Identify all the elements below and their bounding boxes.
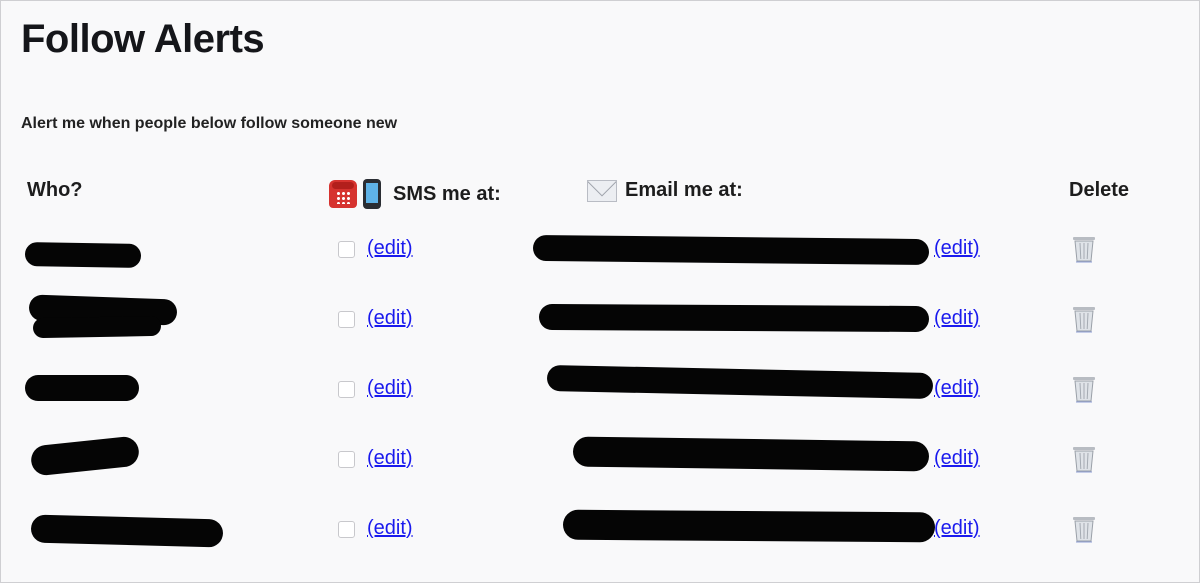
trash-icon[interactable]: [1070, 233, 1098, 263]
email-edit-link[interactable]: (edit): [934, 377, 980, 400]
redacted-email: [538, 303, 930, 333]
redacted-who: [24, 241, 142, 269]
redacted-who: [30, 514, 224, 548]
redacted-email: [532, 234, 930, 266]
table-row: (edit) (edit): [1, 435, 1199, 487]
envelope-icon: [587, 179, 617, 202]
column-header-who-label: Who?: [27, 179, 83, 201]
email-edit-link[interactable]: (edit): [934, 517, 980, 540]
page-frame: Follow Alerts Alert me when people below…: [0, 0, 1200, 583]
sms-checkbox[interactable]: [338, 381, 355, 398]
column-header-sms-label: SMS me at:: [393, 182, 501, 205]
email-edit-link[interactable]: (edit): [934, 447, 980, 470]
sms-edit-link[interactable]: (edit): [367, 517, 413, 540]
page-title: Follow Alerts: [21, 17, 265, 61]
column-header-sms: SMS me at:: [329, 179, 501, 209]
redacted-email: [562, 509, 936, 543]
email-edit-link[interactable]: (edit): [934, 237, 980, 260]
mobile-phone-icon: [363, 179, 381, 209]
column-header-who: Who?: [27, 179, 83, 202]
sms-checkbox[interactable]: [338, 241, 355, 258]
column-header-email-label: Email me at:: [625, 179, 743, 201]
column-header-delete-label: Delete: [1069, 179, 1130, 201]
telephone-icon: [329, 180, 357, 208]
sms-edit-link[interactable]: (edit): [367, 307, 413, 330]
redacted-who-stroke: [32, 315, 162, 339]
sms-edit-link[interactable]: (edit): [367, 377, 413, 400]
trash-icon[interactable]: [1070, 373, 1098, 403]
sms-edit-link[interactable]: (edit): [367, 447, 413, 470]
trash-icon[interactable]: [1070, 513, 1098, 543]
email-edit-link[interactable]: (edit): [934, 307, 980, 330]
trash-icon[interactable]: [1070, 303, 1098, 333]
sms-checkbox[interactable]: [338, 521, 355, 538]
table-row: (edit) (edit): [1, 509, 1199, 557]
page-subtitle: Alert me when people below follow someon…: [21, 115, 398, 132]
redacted-email: [572, 436, 930, 472]
table-row: (edit) (edit): [1, 364, 1199, 417]
redacted-who: [29, 435, 141, 477]
column-header-delete: Delete: [1069, 179, 1129, 202]
table-row: (edit) (edit): [1, 234, 1199, 277]
sms-checkbox[interactable]: [338, 311, 355, 328]
table-row: (edit) (edit): [1, 294, 1199, 347]
redacted-email: [546, 364, 934, 400]
sms-edit-link[interactable]: (edit): [367, 237, 413, 260]
redacted-who: [25, 375, 139, 401]
column-header-email: Email me at:: [587, 179, 743, 202]
trash-icon[interactable]: [1070, 443, 1098, 473]
sms-checkbox[interactable]: [338, 451, 355, 468]
